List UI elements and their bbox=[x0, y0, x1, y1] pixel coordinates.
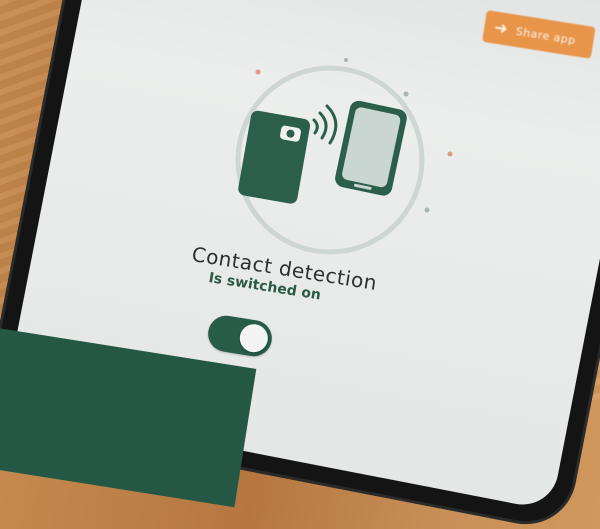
toggle-knob bbox=[237, 322, 270, 355]
decor-dot bbox=[424, 207, 430, 213]
decor-dot bbox=[447, 151, 453, 157]
decor-dot bbox=[403, 91, 409, 97]
wireless-signal-icon bbox=[312, 104, 338, 145]
app-screen-content: ➜ Share app Contact detection Is switche… bbox=[0, 0, 600, 508]
contact-detection-illustration bbox=[235, 58, 453, 255]
decor-dot bbox=[344, 58, 348, 62]
sending-phone-icon bbox=[238, 110, 311, 204]
receiving-phone-icon bbox=[335, 100, 407, 196]
decor-dot bbox=[255, 69, 261, 75]
